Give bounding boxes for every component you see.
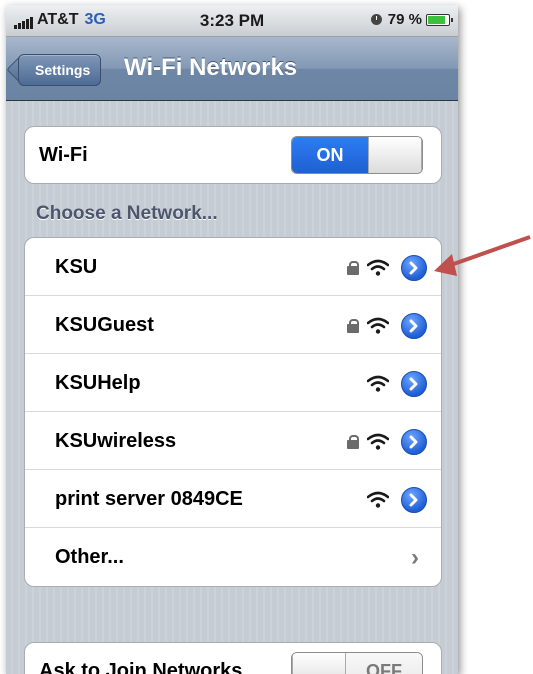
annotation-arrow-icon xyxy=(434,235,531,276)
settings-back-button[interactable]: Settings xyxy=(18,54,102,86)
